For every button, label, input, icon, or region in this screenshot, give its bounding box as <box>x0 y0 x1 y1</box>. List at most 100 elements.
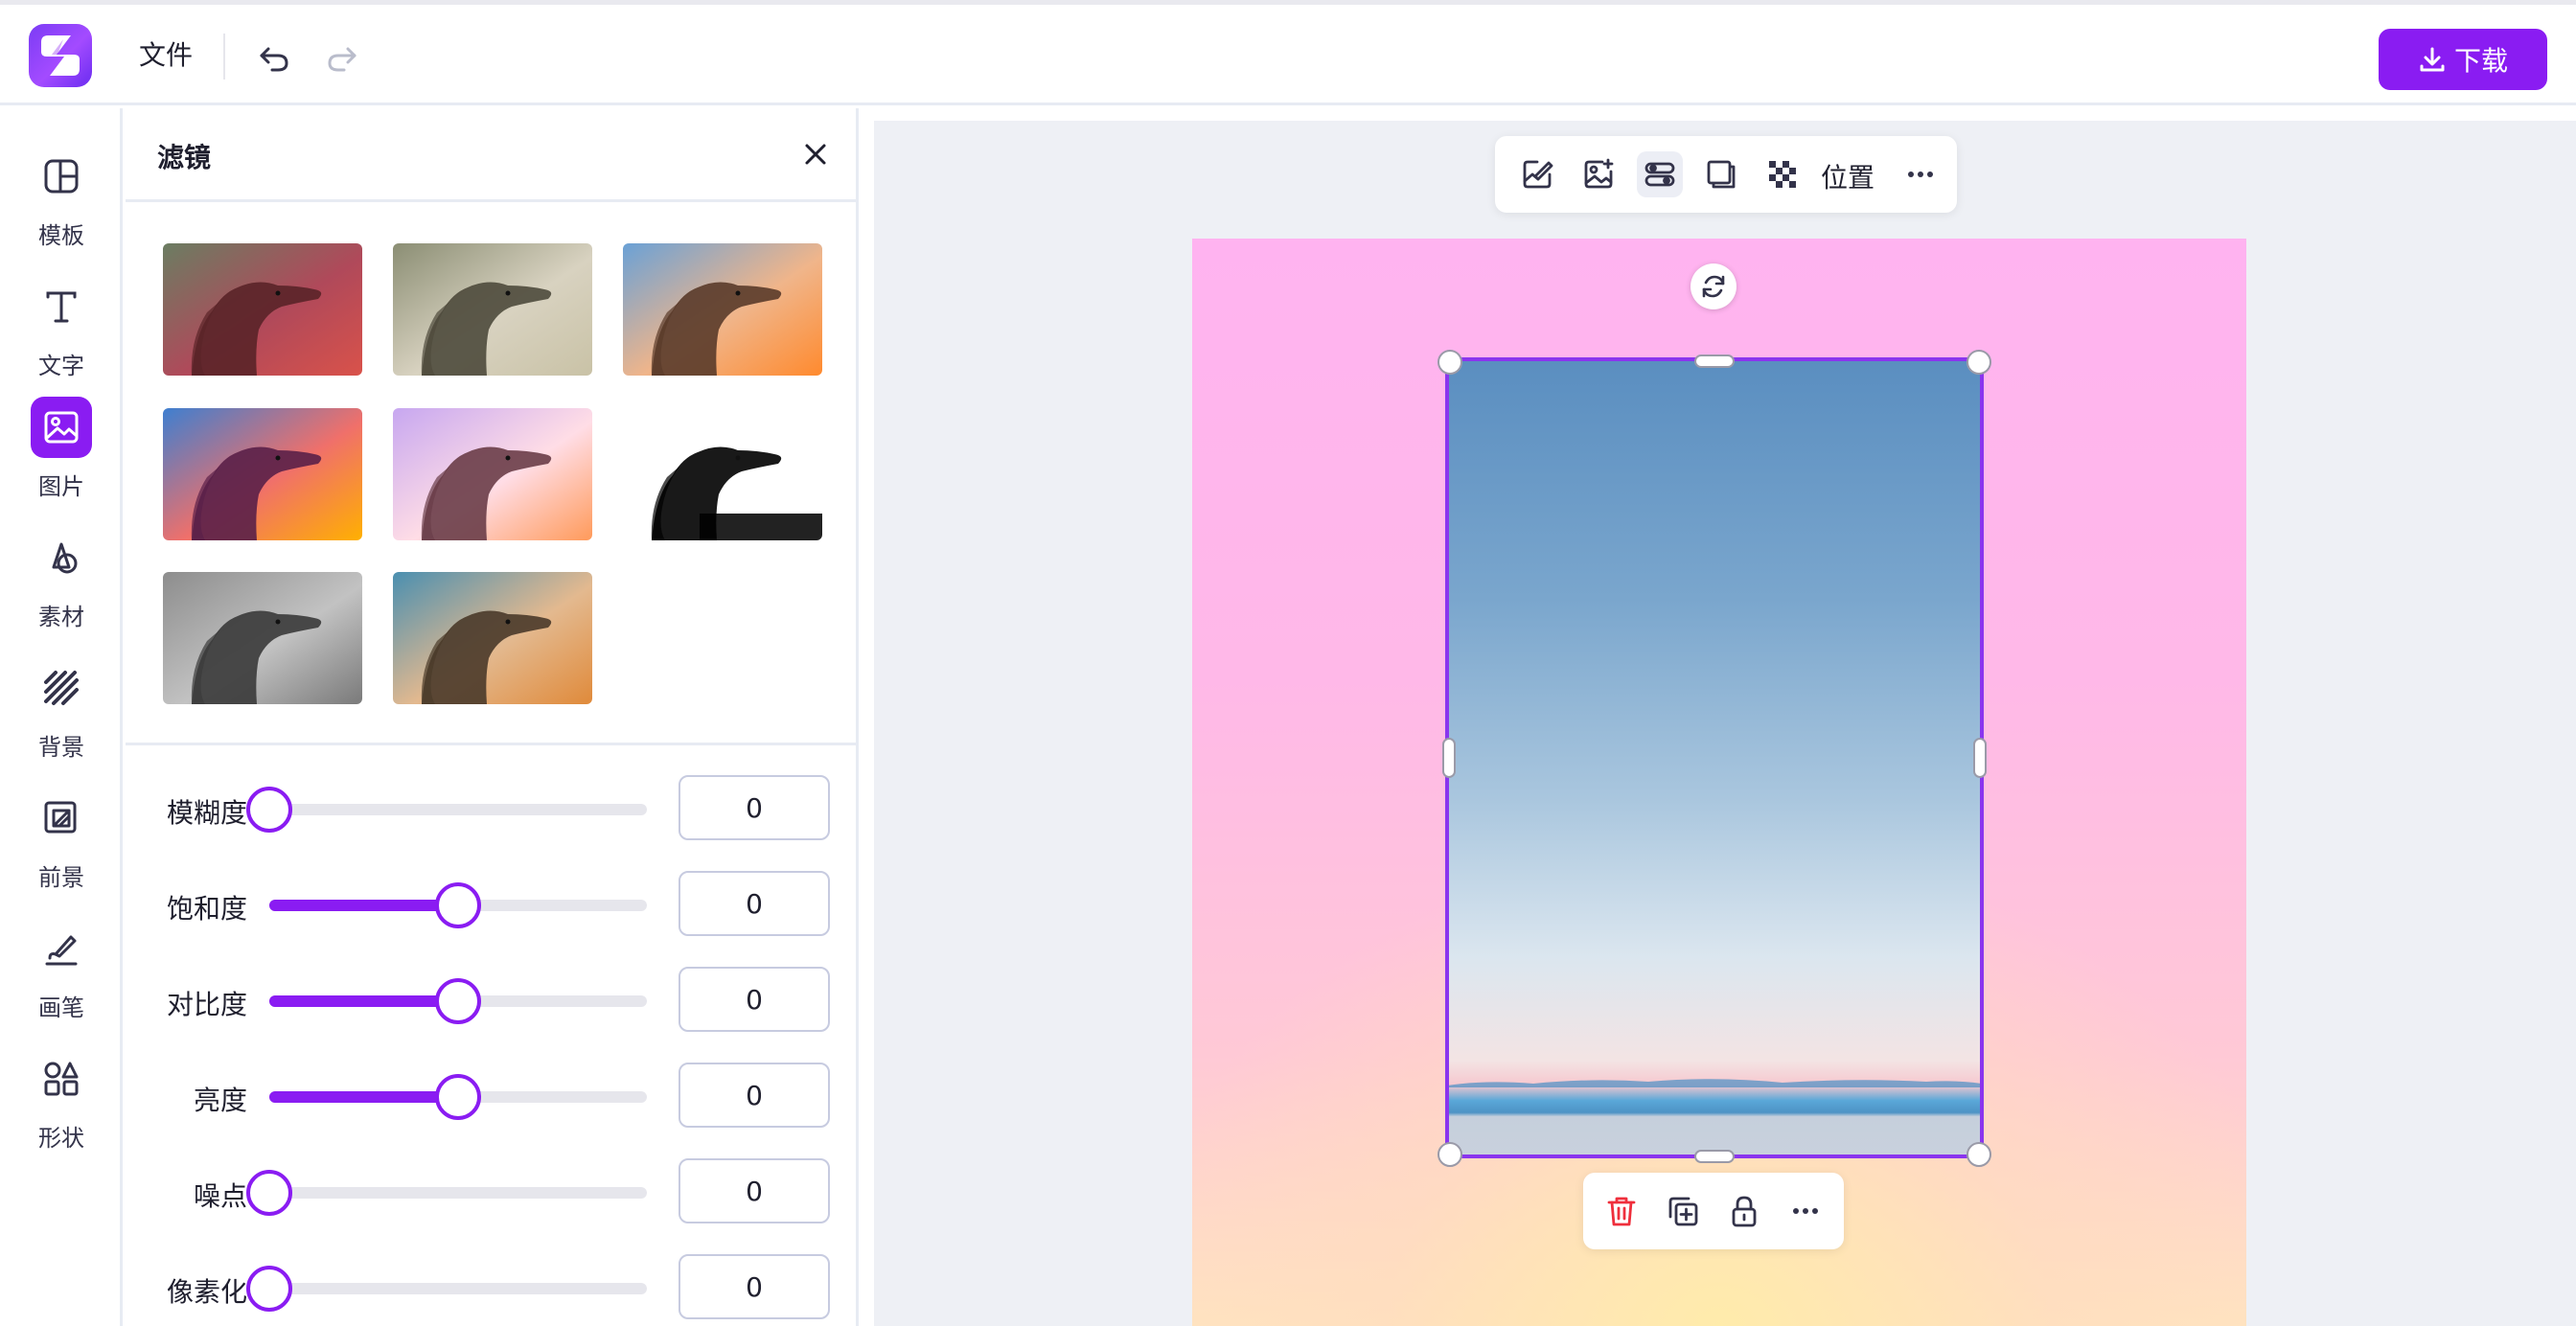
slider-value-input[interactable]: 0 <box>678 1063 830 1128</box>
adjustment-row: 模糊度 0 <box>126 775 859 842</box>
file-menu[interactable]: 文件 <box>139 38 193 73</box>
resize-handle-top-right[interactable] <box>1966 350 1991 375</box>
rail-item-brush[interactable]: 画笔 <box>0 918 123 1033</box>
image-icon <box>31 397 92 458</box>
adjustment-row: 亮度 0 <box>126 1063 859 1130</box>
slider-fill <box>269 1091 458 1103</box>
more-icon[interactable] <box>1898 151 1944 197</box>
resize-handle-bottom-left[interactable] <box>1438 1142 1462 1167</box>
resize-handle-bottom-right[interactable] <box>1966 1142 1991 1167</box>
app-logo[interactable] <box>29 24 92 87</box>
slider-track[interactable] <box>269 1074 647 1120</box>
slider-value-input[interactable]: 0 <box>678 871 830 936</box>
filter-thumbnail[interactable] <box>163 243 362 376</box>
duplicate-icon[interactable] <box>1660 1188 1706 1234</box>
rail-label: 画笔 <box>38 994 84 1021</box>
filter-thumbnail[interactable] <box>393 243 592 376</box>
download-label: 下载 <box>2453 45 2508 77</box>
slider-label: 模糊度 <box>166 797 247 829</box>
rail-item-template[interactable]: 模板 <box>0 146 123 261</box>
image-toolbar: 位置 <box>1495 136 1957 213</box>
top-bar: 文件 下载 <box>0 5 2576 105</box>
shadow-icon[interactable] <box>1698 151 1744 197</box>
slider-thumb[interactable] <box>435 882 481 928</box>
slider-fill <box>269 900 458 911</box>
slider-thumb[interactable] <box>246 1170 292 1216</box>
close-icon[interactable] <box>800 139 831 170</box>
rail-label: 素材 <box>38 604 84 630</box>
filter-thumbnail[interactable] <box>393 572 592 704</box>
delete-icon[interactable] <box>1598 1188 1644 1234</box>
replace-image-icon[interactable] <box>1576 151 1622 197</box>
filter-thumbnail[interactable] <box>163 572 362 704</box>
selection-border <box>1445 357 1984 1158</box>
position-button[interactable]: 位置 <box>1821 157 1874 195</box>
resize-handle-right[interactable] <box>1973 738 1987 778</box>
download-icon <box>2420 47 2445 72</box>
panel-title: 滤镜 <box>157 142 212 173</box>
slider-track[interactable] <box>246 1266 647 1312</box>
slider-track[interactable] <box>269 978 647 1024</box>
slider-thumb[interactable] <box>435 1074 481 1120</box>
filter-adjust-icon[interactable] <box>1637 151 1683 197</box>
background-icon <box>31 657 92 719</box>
slider-track[interactable] <box>246 787 647 833</box>
filter-thumbnail[interactable] <box>623 243 822 376</box>
rail-label: 图片 <box>38 473 84 500</box>
slider-fill <box>269 995 458 1007</box>
adjustment-row: 对比度 0 <box>126 967 859 1034</box>
undo-icon[interactable] <box>255 39 293 78</box>
rail-label: 文字 <box>38 353 84 379</box>
resize-handle-top-left[interactable] <box>1438 350 1462 375</box>
download-button[interactable]: 下载 <box>2379 29 2547 90</box>
slider-thumb[interactable] <box>246 1266 292 1312</box>
filter-thumbnail[interactable] <box>623 408 822 540</box>
slider-value-input[interactable]: 0 <box>678 967 830 1032</box>
slider-label: 亮度 <box>193 1085 247 1116</box>
transparency-icon[interactable] <box>1760 151 1806 197</box>
adjustment-row: 噪点 0 <box>126 1158 859 1225</box>
resize-handle-bottom[interactable] <box>1694 1150 1735 1163</box>
slider-label: 对比度 <box>166 989 247 1020</box>
element-context-toolbar <box>1583 1173 1844 1249</box>
resize-handle-top[interactable] <box>1694 354 1735 368</box>
slider-thumb[interactable] <box>246 787 292 833</box>
rail-item-image[interactable]: 图片 <box>0 397 123 512</box>
adjustment-row: 像素化 0 <box>126 1254 859 1321</box>
shape-icon <box>31 1048 92 1109</box>
edit-image-icon[interactable] <box>1514 151 1560 197</box>
slider-label: 饱和度 <box>166 893 247 925</box>
rail-item-foreground[interactable]: 前景 <box>0 788 123 903</box>
slider-track[interactable] <box>246 1170 647 1216</box>
rail-item-materials[interactable]: 素材 <box>0 527 123 642</box>
foreground-icon <box>31 788 92 849</box>
panel-header: 滤镜 <box>126 108 859 202</box>
left-rail: 模板 文字 图片 素材 背景 前景 画笔 形状 <box>0 108 123 1326</box>
slider-track[interactable] <box>269 882 647 928</box>
slider-value-input[interactable]: 0 <box>678 1254 830 1319</box>
slider-value-input[interactable]: 0 <box>678 775 830 840</box>
panel-divider <box>126 743 859 745</box>
rail-label: 背景 <box>38 734 84 761</box>
rail-item-background[interactable]: 背景 <box>0 657 123 772</box>
resize-handle-left[interactable] <box>1442 738 1456 778</box>
shapes-icon <box>31 527 92 588</box>
slider-label: 噪点 <box>193 1180 247 1212</box>
brush-icon <box>31 918 92 979</box>
template-icon <box>31 146 92 207</box>
filter-thumbnail[interactable] <box>393 408 592 540</box>
rail-label: 形状 <box>38 1125 84 1152</box>
more-icon[interactable] <box>1782 1188 1828 1234</box>
toolbar-divider <box>223 34 225 80</box>
slider-value-input[interactable]: 0 <box>678 1158 830 1223</box>
text-icon <box>31 276 92 337</box>
adjustment-row: 饱和度 0 <box>126 871 859 938</box>
lock-icon[interactable] <box>1721 1188 1767 1234</box>
rail-label: 模板 <box>38 222 84 249</box>
rail-item-shape[interactable]: 形状 <box>0 1048 123 1163</box>
redo-icon[interactable] <box>323 39 361 78</box>
slider-thumb[interactable] <box>435 978 481 1024</box>
rail-item-text[interactable]: 文字 <box>0 276 123 391</box>
rotate-icon[interactable] <box>1690 263 1736 309</box>
filter-thumbnail[interactable] <box>163 408 362 540</box>
